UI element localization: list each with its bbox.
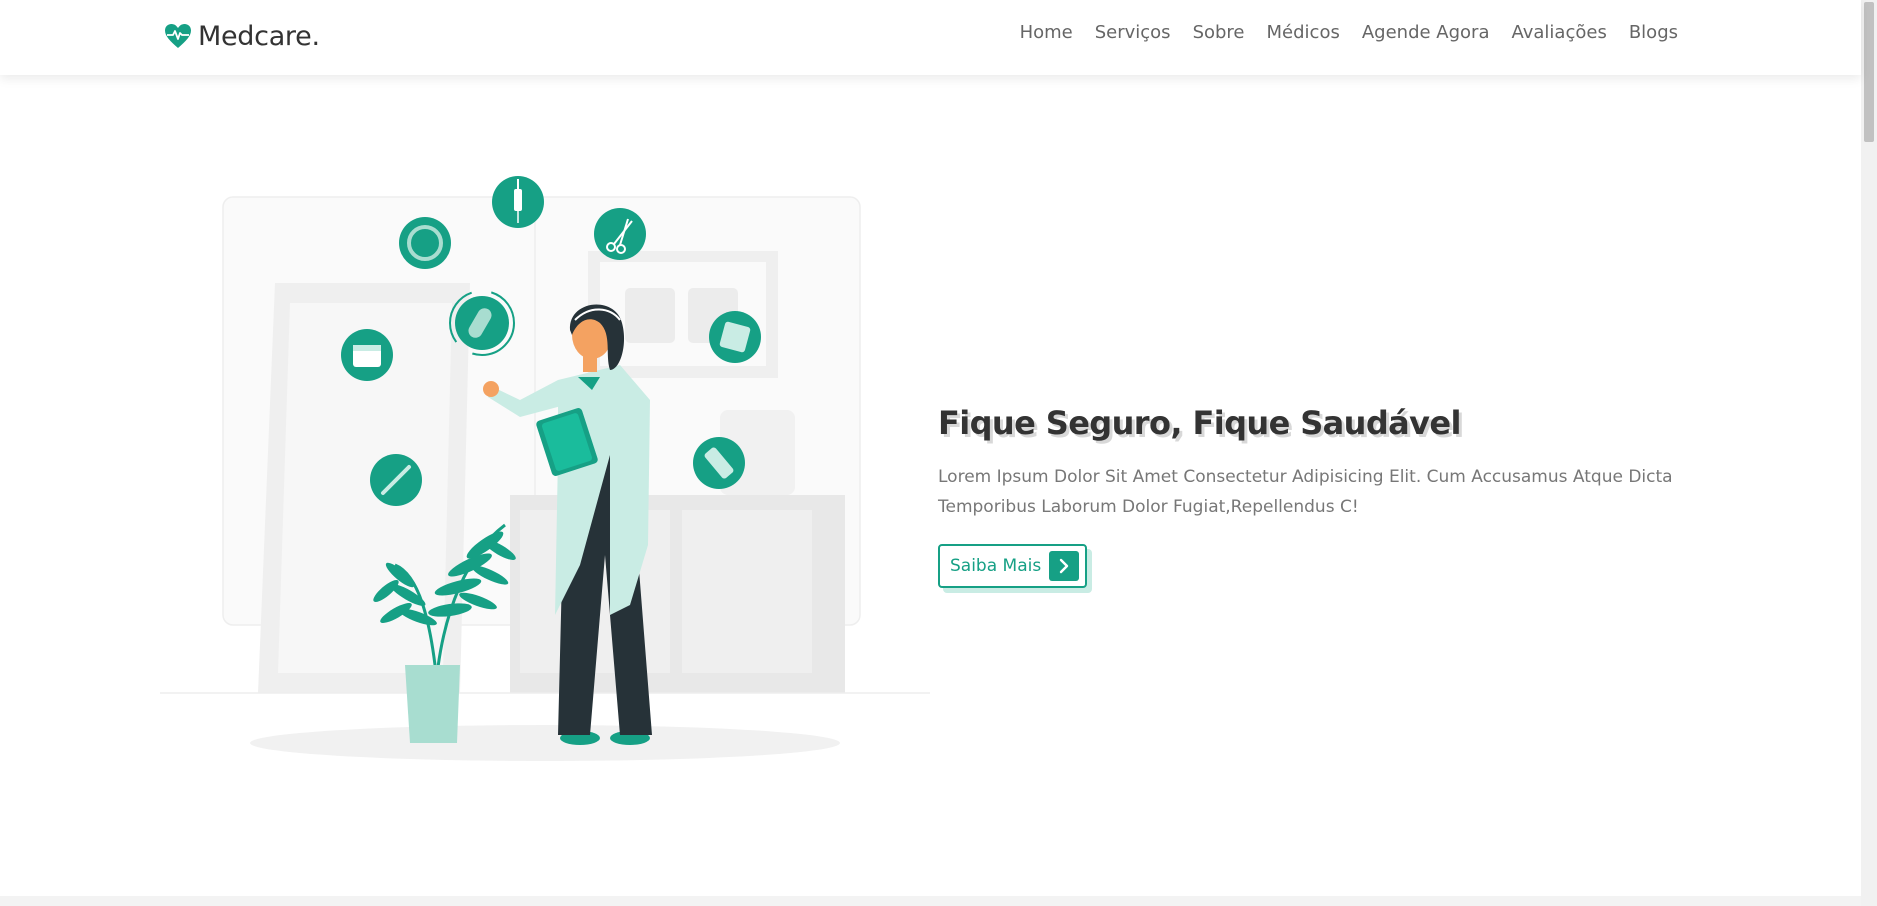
- saiba-mais-label: Saiba Mais: [950, 556, 1042, 576]
- saiba-mais-button[interactable]: Saiba Mais: [938, 544, 1088, 588]
- hero-section: Fique Seguro, Fique Saudável Lorem Ipsum…: [938, 404, 1678, 588]
- next-section-edge: [0, 896, 1861, 906]
- nav-servicos[interactable]: Serviços: [1095, 22, 1171, 43]
- scissors-icon: [594, 208, 646, 260]
- calendar-icon: [341, 329, 393, 381]
- nav-home[interactable]: Home: [1020, 22, 1073, 43]
- nav-blogs[interactable]: Blogs: [1629, 22, 1678, 43]
- syringe-icon: [492, 176, 544, 228]
- nav-agende-agora[interactable]: Agende Agora: [1362, 22, 1490, 43]
- heartbeat-icon: [165, 24, 191, 48]
- bandage-icon: [709, 311, 761, 363]
- page-scrollbar[interactable]: [1861, 0, 1877, 906]
- ring-icon: [399, 217, 451, 269]
- chevron-right-icon: [1049, 551, 1080, 581]
- logo-link[interactable]: Medcare.: [164, 18, 320, 54]
- hero-description: Lorem Ipsum Dolor Sit Amet Consectetur A…: [938, 467, 1673, 517]
- main-nav: Home Serviços Sobre Médicos Agende Agora…: [1020, 22, 1678, 43]
- hero-title: Fique Seguro, Fique Saudável: [938, 404, 1461, 442]
- nav-sobre[interactable]: Sobre: [1193, 22, 1245, 43]
- hero-illustration: [160, 176, 930, 761]
- site-header: Medcare. Home Serviços Sobre Médicos Age…: [0, 0, 1861, 75]
- thermometer-icon: [370, 454, 422, 506]
- nav-medicos[interactable]: Médicos: [1267, 22, 1340, 43]
- pill-pack-icon: [693, 437, 745, 489]
- logo-text: Medcare.: [198, 20, 320, 52]
- nav-avaliacoes[interactable]: Avaliações: [1511, 22, 1606, 43]
- page: Medcare. Home Serviços Sobre Médicos Age…: [0, 0, 1877, 906]
- scrollbar-thumb[interactable]: [1864, 2, 1874, 142]
